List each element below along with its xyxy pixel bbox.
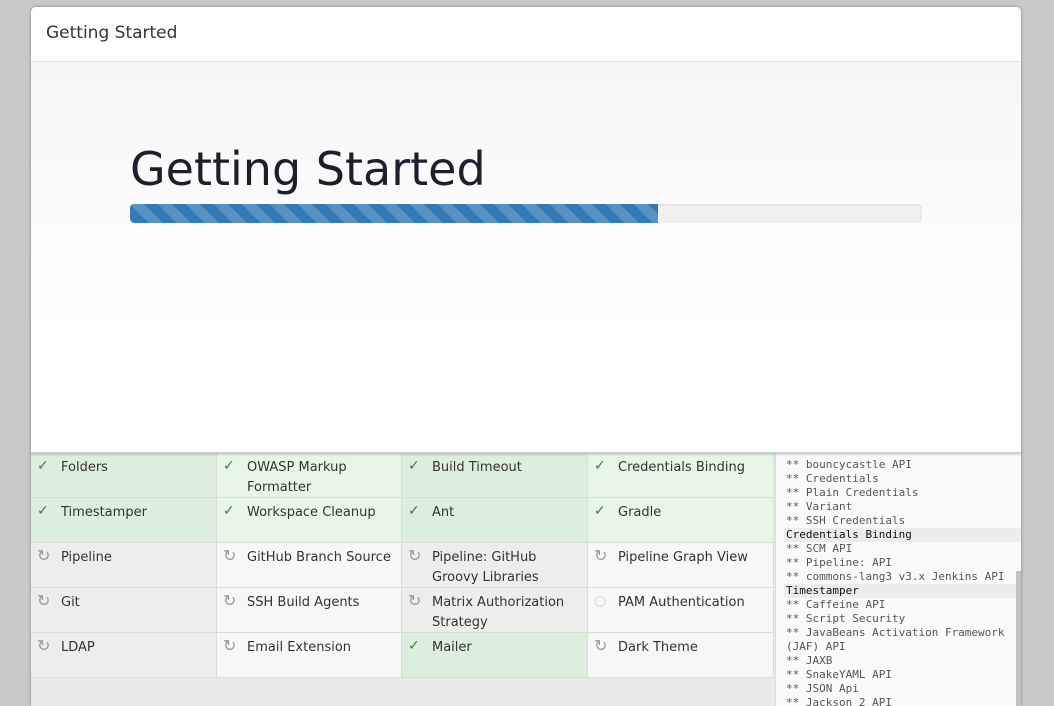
refresh-icon: ↻ <box>37 591 51 610</box>
install-progress-fill <box>130 204 659 223</box>
refresh-icon: ↻ <box>408 546 422 565</box>
check-icon: ✓ <box>408 503 420 519</box>
log-line: ** Credentials <box>786 472 879 485</box>
log-line: ** SnakeYAML API <box>786 668 892 681</box>
plugin-name: Gradle <box>618 505 662 520</box>
log-line: ** Jackson 2 API <box>786 696 892 706</box>
plugin-item: ↻ Matrix Authorization Strategy <box>402 588 588 633</box>
plugin-item: ✓ Ant <box>402 498 588 543</box>
plugin-name: Ant <box>432 505 455 520</box>
plugin-item: ↻ Pipeline Graph View <box>588 543 774 588</box>
plugin-item: ↻ Pipeline: GitHub Groovy Libraries <box>402 543 588 588</box>
log-line: ** JAXB <box>786 654 833 667</box>
plugin-item: ✓ OWASP Markup Formatter <box>217 453 402 498</box>
log-line: ** Pipeline: API <box>786 556 892 569</box>
plugin-item: ↻ Dark Theme <box>588 633 774 678</box>
check-icon: ✓ <box>594 503 606 519</box>
plugin-name: LDAP <box>61 640 95 655</box>
plugin-item: ✓ Mailer <box>402 633 588 678</box>
refresh-icon: ↻ <box>223 591 237 610</box>
log-line: ** JavaBeans Activation Framework (JAF) … <box>786 626 1005 653</box>
check-icon: ✓ <box>37 458 49 474</box>
plugin-item: ✓ Workspace Cleanup <box>217 498 402 543</box>
refresh-icon: ↻ <box>223 546 237 565</box>
check-icon: ✓ <box>223 458 235 474</box>
log-line: ** bouncycastle API <box>786 458 912 471</box>
install-progress-bar <box>130 204 922 223</box>
plugin-item: ↻ Pipeline <box>31 543 217 588</box>
circle-icon: ○ <box>594 593 607 609</box>
log-line: ** JSON Api <box>786 682 859 695</box>
plugin-item: ↻ LDAP <box>31 633 217 678</box>
plugin-name: Workspace Cleanup <box>247 505 376 520</box>
refresh-icon: ↻ <box>37 636 51 655</box>
page-title: Getting Started <box>130 142 486 196</box>
plugin-name: Matrix Authorization Strategy <box>432 595 565 630</box>
plugin-item: ↻ Git <box>31 588 217 633</box>
wizard-title: Getting Started <box>46 23 178 43</box>
plugin-item: ↻ SSH Build Agents <box>217 588 402 633</box>
plugin-item: ✓ Gradle <box>588 498 774 543</box>
plugin-item: ✓ Folders <box>31 453 217 498</box>
log-scrollbar[interactable] <box>1016 571 1021 706</box>
plugin-name: Credentials Binding <box>618 460 745 475</box>
plugin-item: ↻ Email Extension <box>217 633 402 678</box>
plugin-name: PAM Authentication <box>618 595 745 610</box>
plugin-name: Timestamper <box>61 505 147 520</box>
log-line: ** SCM API <box>786 542 853 555</box>
install-log[interactable]: ** bouncycastle API ** Credentials ** Plai… <box>775 453 1021 706</box>
hero-section: Getting Started <box>31 62 1021 453</box>
plugin-name: OWASP Markup Formatter <box>247 460 347 495</box>
refresh-icon: ↻ <box>594 546 608 565</box>
install-log-content: ** bouncycastle API ** Credentials ** Plai… <box>784 458 1021 706</box>
log-line: ** Variant <box>786 500 853 513</box>
wizard-header: Getting Started <box>31 7 1021 62</box>
check-icon: ✓ <box>37 503 49 519</box>
refresh-icon: ↻ <box>223 636 237 655</box>
log-line: ** Script Security <box>786 612 906 625</box>
plugin-name: Pipeline Graph View <box>618 550 748 565</box>
plugin-name: GitHub Branch Source <box>247 550 391 565</box>
plugin-name: Build Timeout <box>432 460 522 475</box>
plugin-name: Pipeline: GitHub Groovy Libraries <box>432 550 539 585</box>
check-icon: ✓ <box>594 458 606 474</box>
check-icon: ✓ <box>408 638 420 654</box>
setup-wizard-panel: Getting Started Getting Started ✓ Folders… <box>31 7 1021 706</box>
refresh-icon: ↻ <box>594 636 608 655</box>
check-icon: ✓ <box>223 503 235 519</box>
plugin-item: ✓ Build Timeout <box>402 453 588 498</box>
plugin-list: ✓ Folders ✓ OWASP Markup Formatter ✓ Build Ti… <box>31 453 775 706</box>
plugin-name: Mailer <box>432 640 472 655</box>
log-section-heading: Timestamper <box>784 584 1021 598</box>
plugin-grid: ✓ Folders ✓ OWASP Markup Formatter ✓ Build Ti… <box>31 453 775 678</box>
plugin-item: ✓ Credentials Binding <box>588 453 774 498</box>
check-icon: ✓ <box>408 458 420 474</box>
log-line: ** SSH Credentials <box>786 514 906 527</box>
plugin-name: Email Extension <box>247 640 352 655</box>
plugin-item: ↻ GitHub Branch Source <box>217 543 402 588</box>
log-line: ** commons-lang3 v3.x Jenkins API <box>786 570 1005 583</box>
plugin-name: Git <box>61 595 80 610</box>
plugin-name: Dark Theme <box>618 640 698 655</box>
plugin-name: Folders <box>61 460 108 475</box>
plugin-item: ○ PAM Authentication <box>588 588 774 633</box>
log-line: ** Caffeine API <box>786 598 886 611</box>
refresh-icon: ↻ <box>408 591 422 610</box>
refresh-icon: ↻ <box>37 546 51 565</box>
plugin-name: Pipeline <box>61 550 112 565</box>
log-line: ** Plain Credentials <box>786 486 919 499</box>
plugin-item: ✓ Timestamper <box>31 498 217 543</box>
log-section-heading: Credentials Binding <box>784 528 1021 542</box>
plugin-name: SSH Build Agents <box>247 595 360 610</box>
